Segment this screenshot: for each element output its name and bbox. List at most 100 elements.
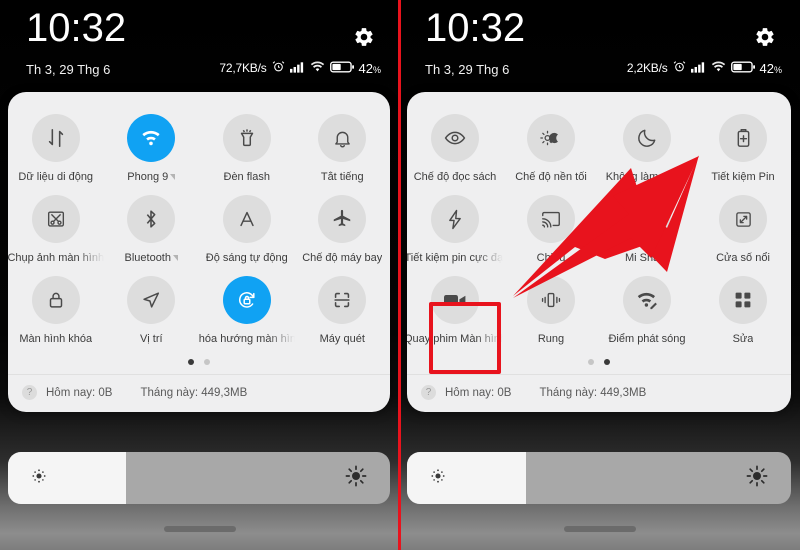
tile-row: Màn hình khóa Vị trí Khóa hướng màn hình	[8, 268, 390, 349]
screenshot-icon	[31, 195, 80, 243]
tile-wifi[interactable]: Phong 9	[104, 106, 200, 187]
tile-label: Điểm phát sóng	[608, 333, 686, 345]
tile-auto-brightness[interactable]: Độ sáng tự động	[199, 187, 295, 268]
brightness-slider-fill	[8, 452, 127, 504]
location-icon	[127, 276, 176, 324]
brightness-high-icon	[344, 464, 368, 493]
tile-rotation-lock[interactable]: Khóa hướng màn hình	[199, 268, 295, 349]
home-indicator[interactable]	[563, 526, 636, 532]
tile-label: Tiết kiệm pin cực đại	[407, 252, 503, 264]
usage-month: Tháng này: 449,3MB	[140, 386, 248, 399]
ultra-battery-saver-icon	[431, 195, 479, 243]
tile-label: Tiết kiệm Pin	[711, 171, 775, 183]
chevron-expand-icon	[170, 174, 176, 180]
tile-mute[interactable]: Tắt tiếng	[295, 106, 391, 187]
status-icons-group: 72,7KB/s 42%	[219, 60, 381, 76]
wifi-icon	[711, 60, 726, 76]
tile-airplane-mode[interactable]: Chế độ máy bay	[295, 187, 391, 268]
tile-label: Vị trí	[139, 333, 163, 345]
tile-do-not-disturb[interactable]: Không làm phiền	[599, 106, 695, 187]
tile-row: Chế độ đọc sách Chế độ nền tối Không làm…	[407, 106, 791, 187]
tile-label: Cửa số nổi	[716, 252, 770, 264]
wifi-icon	[310, 60, 325, 76]
reading-mode-icon	[431, 114, 479, 162]
left-page-indicator[interactable]	[8, 349, 390, 374]
tile-label: Mi Share	[624, 252, 670, 264]
tile-label: Rung	[537, 333, 565, 345]
tile-mobile-data[interactable]: Dữ liệu di động	[8, 106, 104, 187]
tile-cast[interactable]: Chiếu	[503, 187, 599, 268]
brightness-high-icon	[745, 464, 769, 493]
red-highlight-box	[429, 302, 501, 374]
tile-screenshot[interactable]: Chụp ảnh màn hình	[8, 187, 104, 268]
usage-month: Tháng này: 449,3MB	[539, 386, 647, 399]
tile-scanner[interactable]: Máy quét	[295, 268, 391, 349]
tile-bluetooth[interactable]: Bluetooth	[104, 187, 200, 268]
page-dot-2[interactable]	[604, 359, 610, 365]
date-label: Th 3, 29 Thg 6	[425, 62, 510, 77]
tile-vibrate[interactable]: Rung	[503, 268, 599, 349]
screenshot-stage: 10:32 Th 3, 29 Thg 6 72,7KB/s 42% Dữ liệ…	[0, 0, 800, 550]
chevron-expand-icon	[172, 255, 178, 261]
tile-lock-screen[interactable]: Màn hình khóa	[8, 268, 104, 349]
tile-reading-mode[interactable]: Chế độ đọc sách	[407, 106, 503, 187]
clock: 10:32	[425, 6, 526, 50]
tile-label: Chế độ đọc sách	[413, 171, 497, 183]
bell-mute-icon	[318, 114, 367, 162]
gear-icon[interactable]	[754, 26, 776, 53]
battery-percent-label: 42%	[759, 60, 782, 76]
mobile-data-icon	[31, 114, 80, 162]
tile-ultra-battery-saver[interactable]: Tiết kiệm pin cực đại	[407, 187, 503, 268]
tile-floating-window[interactable]: Cửa số nổi	[695, 187, 791, 268]
tile-label: Đèn flash	[223, 171, 270, 183]
left-tile-grid: Dữ liệu di động Phong 9 Đèn flash Tắt ti…	[8, 106, 390, 349]
signal-icon	[690, 61, 706, 76]
tile-edit[interactable]: Sửa	[695, 268, 791, 349]
tile-battery-saver[interactable]: Tiết kiệm Pin	[695, 106, 791, 187]
tile-mi-share[interactable]: Mi Share	[599, 187, 695, 268]
brightness-slider[interactable]	[407, 452, 791, 504]
tile-label: Màn hình khóa	[19, 333, 93, 345]
hotspot-icon	[623, 276, 671, 324]
left-brightness-area	[8, 452, 390, 504]
tile-location[interactable]: Vị trí	[104, 268, 200, 349]
tile-label: Khóa hướng màn hình	[198, 333, 295, 345]
left-data-usage-bar: ? Hôm nay: 0B Tháng này: 449,3MB	[8, 374, 390, 412]
help-icon[interactable]: ?	[421, 385, 436, 400]
right-data-usage-bar: ? Hôm nay: 0B Tháng này: 449,3MB	[407, 374, 791, 412]
brightness-low-icon	[30, 467, 48, 490]
do-not-disturb-icon	[623, 114, 671, 162]
brightness-slider[interactable]	[8, 452, 390, 504]
tile-dark-mode[interactable]: Chế độ nền tối	[503, 106, 599, 187]
status-icons-group: 2,2KB/s 42%	[627, 60, 782, 76]
rotation-lock-icon	[222, 276, 271, 324]
tile-row: Dữ liệu di động Phong 9 Đèn flash Tắt ti…	[8, 106, 390, 187]
home-indicator[interactable]	[163, 526, 236, 532]
tile-label: Sửa	[732, 333, 754, 345]
tile-label: Chụp ảnh màn hình	[8, 252, 104, 264]
tile-label: Độ sáng tự động	[205, 252, 288, 264]
tile-label: Không làm phiền	[605, 171, 689, 183]
brightness-slider-fill	[407, 452, 527, 504]
tile-flashlight[interactable]: Đèn flash	[199, 106, 295, 187]
vibrate-icon	[527, 276, 575, 324]
right-phone-screenshot: 10:32 Th 3, 29 Thg 6 2,2KB/s 42% Chế độ …	[399, 0, 800, 550]
left-phone-screenshot: 10:32 Th 3, 29 Thg 6 72,7KB/s 42% Dữ liệ…	[0, 0, 399, 550]
tile-label: Chiếu	[536, 252, 566, 264]
page-dot-2[interactable]	[204, 359, 210, 365]
tile-hotspot[interactable]: Điểm phát sóng	[599, 268, 695, 349]
right-status-bar: 10:32 Th 3, 29 Thg 6 2,2KB/s 42%	[399, 0, 800, 86]
network-speed-label: 2,2KB/s	[626, 61, 668, 75]
wifi-icon	[127, 114, 176, 162]
tile-label: Máy quét	[319, 333, 365, 345]
help-icon[interactable]: ?	[22, 385, 37, 400]
gear-icon[interactable]	[353, 26, 375, 53]
alarm-icon	[673, 60, 686, 76]
battery-icon	[329, 61, 354, 76]
page-dot-1[interactable]	[188, 359, 194, 365]
page-dot-1[interactable]	[588, 359, 594, 365]
brightness-low-icon	[429, 467, 447, 490]
battery-percent-label: 42%	[358, 60, 381, 76]
tile-label: Tắt tiếng	[320, 171, 364, 183]
dark-mode-icon	[527, 114, 575, 162]
